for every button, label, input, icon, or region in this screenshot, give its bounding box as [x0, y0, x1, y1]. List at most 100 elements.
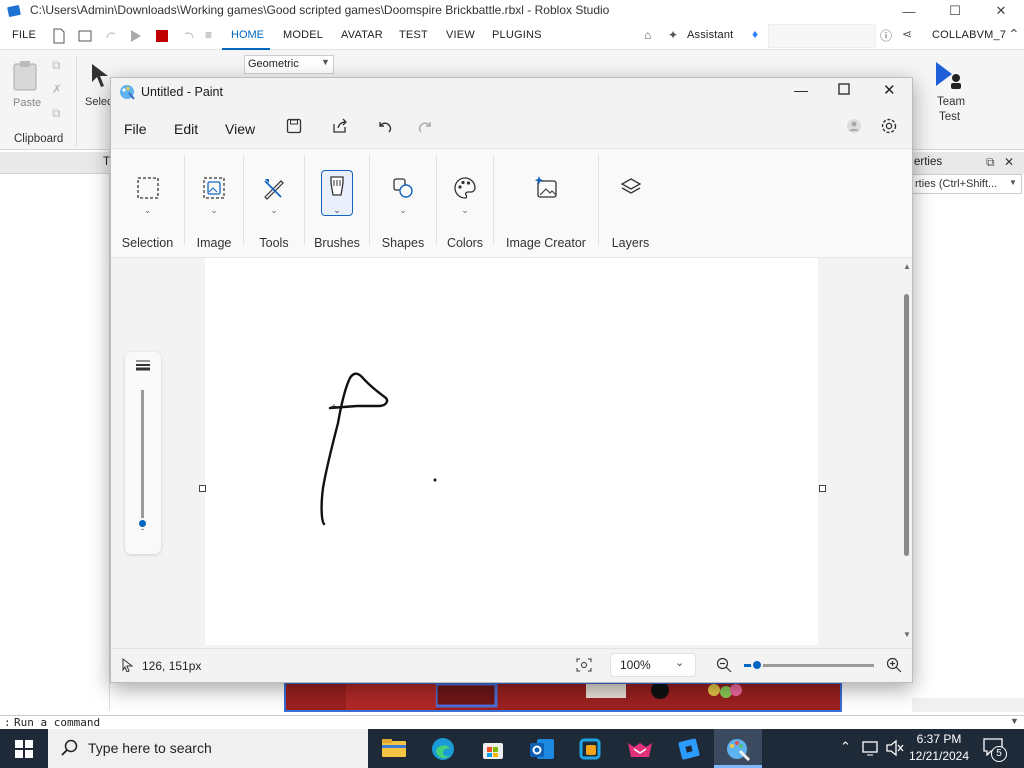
chevron-down-icon[interactable]: ⌄ — [270, 205, 278, 216]
edge-browser-icon[interactable] — [431, 737, 455, 761]
paint-taskbar-button-active[interactable] — [714, 729, 762, 768]
maximize-button[interactable]: ☐ — [932, 0, 978, 22]
chevron-down-icon[interactable]: ⌄ — [461, 205, 469, 216]
properties-close-icon[interactable]: ✕ — [1004, 155, 1014, 169]
file-explorer-icon[interactable] — [381, 737, 407, 759]
cut-icon[interactable]: ✗ — [52, 82, 62, 96]
resize-handle-right[interactable] — [819, 485, 826, 492]
tab-view[interactable]: VIEW — [446, 29, 475, 41]
paint-minimize-button[interactable]: — — [794, 82, 808, 98]
zoom-in-icon[interactable] — [886, 657, 902, 673]
team-test-label-2[interactable]: Test — [939, 111, 960, 123]
chevron-down-icon[interactable]: ⌄ — [210, 205, 218, 216]
chevron-down-icon[interactable]: ⌄ — [333, 205, 341, 216]
paste-button[interactable]: Paste — [13, 97, 41, 109]
tools-group[interactable]: ⌄ Tools — [244, 149, 304, 259]
taskbar-clock-time[interactable]: 6:37 PM — [911, 732, 967, 746]
zoom-slider-thumb[interactable] — [751, 659, 763, 671]
tab-home[interactable]: HOME — [222, 22, 270, 50]
properties-hscrollbar[interactable] — [912, 698, 1024, 712]
tab-test[interactable]: TEST — [399, 29, 428, 41]
select-cursor-icon[interactable] — [90, 62, 110, 88]
brushes-tool[interactable]: ⌄ Brushes — [305, 149, 369, 259]
redo-icon — [104, 28, 118, 44]
roblox-app-icon[interactable] — [676, 737, 702, 761]
command-input[interactable]: Run a command — [14, 716, 100, 729]
chevron-down-icon[interactable]: ⌄ — [144, 205, 152, 216]
image-creator-tool[interactable]: Image Creator — [494, 149, 598, 259]
team-test-label[interactable]: Team — [937, 96, 965, 108]
undo-icon[interactable] — [376, 118, 394, 134]
help-icon[interactable]: ⓘ — [880, 27, 892, 44]
volume-muted-icon[interactable] — [885, 739, 905, 757]
minimize-button[interactable]: — — [886, 0, 932, 22]
image-creator-label: Image Creator — [506, 236, 586, 250]
microsoft-store-icon[interactable] — [481, 737, 505, 761]
brush-size-track[interactable] — [141, 390, 144, 530]
tab-avatar[interactable]: AVATAR — [341, 29, 383, 41]
properties-filter-input[interactable]: rties (Ctrl+Shift... ▼ — [912, 174, 1022, 194]
stop-icon[interactable] — [156, 30, 168, 42]
drawing-canvas[interactable]: + — [205, 258, 818, 645]
image-tool[interactable]: ⌄ Image — [185, 149, 243, 259]
scroll-up-arrow-icon[interactable]: ▲ — [903, 262, 911, 271]
zoom-out-icon[interactable] — [716, 657, 732, 673]
open-icon[interactable] — [78, 28, 92, 44]
customize-toolbar-icon[interactable]: ≡ — [205, 28, 212, 42]
selection-tool[interactable]: ⌄ Selection — [111, 149, 184, 259]
windows-start-icon[interactable] — [15, 740, 33, 758]
paint-menu-file[interactable]: File — [124, 121, 147, 137]
tab-model[interactable]: MODEL — [283, 29, 323, 41]
chevron-down-icon[interactable]: ⌄ — [399, 205, 407, 216]
brush-size-thumb[interactable] — [137, 518, 148, 530]
collision-mode-dropdown[interactable]: Geometric ▼ — [244, 55, 334, 74]
copy-icon[interactable]: ⧉ — [52, 58, 61, 73]
scroll-down-arrow-icon[interactable]: ▼ — [903, 630, 911, 639]
vertical-scrollbar-thumb[interactable] — [904, 294, 909, 556]
new-file-icon[interactable] — [52, 28, 66, 44]
layers-tool[interactable]: Layers — [599, 149, 662, 259]
windows-taskbar: Type here to search ⌃ 6:37 PM 12/21/2024… — [0, 729, 1024, 768]
home-icon[interactable]: ⌂ — [644, 28, 651, 42]
scroll-down-arrow-icon[interactable]: ▼ — [1010, 716, 1019, 726]
paint-menu-view[interactable]: View — [225, 121, 255, 137]
studio-search-box[interactable] — [768, 24, 876, 48]
user-name[interactable]: COLLABVM_7 — [932, 29, 1006, 41]
game-app-icon[interactable] — [626, 737, 654, 761]
account-icon[interactable] — [846, 118, 862, 134]
colors-tool[interactable]: ⌄ Colors — [437, 149, 493, 259]
paint-close-button[interactable]: ✕ — [883, 81, 896, 99]
fit-to-window-icon[interactable] — [576, 658, 592, 672]
tab-plugins[interactable]: PLUGINS — [492, 29, 542, 41]
collapse-ribbon-icon[interactable]: ⌃ — [1008, 26, 1020, 43]
shapes-tool[interactable]: ⌄ Shapes — [370, 149, 436, 259]
explorer-tab-strip — [0, 152, 110, 174]
close-button[interactable]: ✕ — [978, 0, 1024, 22]
assistant-button[interactable]: Assistant — [687, 29, 733, 41]
panel-tab-label[interactable]: T — [103, 156, 110, 168]
save-icon[interactable] — [286, 118, 302, 134]
play-icon[interactable] — [130, 28, 142, 44]
popout-icon[interactable]: ⧉ — [986, 155, 995, 170]
settings-gear-icon[interactable] — [880, 117, 898, 135]
paint-maximize-button[interactable] — [838, 83, 850, 95]
taskbar-search-box[interactable]: Type here to search — [48, 729, 368, 768]
command-bar[interactable]: : Run a command ▼ — [0, 715, 1024, 729]
duplicate-icon[interactable]: ⧉ — [52, 106, 61, 121]
network-icon[interactable] — [862, 739, 880, 757]
zoom-slider-track[interactable] — [744, 664, 874, 667]
share-export-icon[interactable] — [331, 118, 349, 134]
show-hidden-icons-icon[interactable]: ⌃ — [840, 739, 851, 755]
outlook-icon[interactable] — [529, 737, 555, 761]
taskbar-clock-date[interactable]: 12/21/2024 — [907, 749, 971, 763]
cube-app-icon[interactable] — [578, 737, 604, 761]
game-viewport[interactable] — [284, 682, 842, 712]
paint-menu-edit[interactable]: Edit — [174, 121, 198, 137]
team-test-icon[interactable] — [934, 60, 964, 90]
zoom-dropdown[interactable]: 100% ⌄ — [610, 653, 696, 677]
resize-handle-left[interactable] — [199, 485, 206, 492]
notification-bell-icon[interactable]: ♦ — [752, 27, 758, 41]
share-icon[interactable]: ⋖ — [902, 27, 912, 41]
select-tool-label[interactable]: Selec — [85, 96, 113, 108]
menu-file[interactable]: FILE — [12, 29, 36, 41]
